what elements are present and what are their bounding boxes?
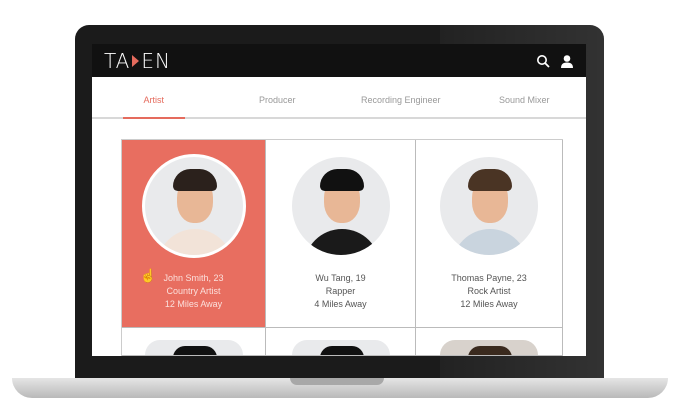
top-bar: TA EN — [92, 44, 586, 77]
talent-card[interactable]: Wu Tang, 19 Rapper 4 Miles Away — [266, 140, 416, 328]
avatar — [141, 154, 246, 258]
category-tabs: Artist Producer Recording Engineer Sound… — [92, 77, 586, 119]
hand-cursor-icon: ☝ — [140, 268, 157, 283]
laptop-notch — [290, 378, 384, 385]
search-icon[interactable] — [536, 54, 550, 68]
avatar — [437, 337, 541, 355]
tab-producer[interactable]: Producer — [216, 77, 340, 117]
talent-name: Wu Tang, 19 — [315, 273, 366, 283]
talent-distance: 4 Miles Away — [314, 299, 367, 309]
tab-sound-mixer[interactable]: Sound Mixer — [463, 77, 587, 117]
tab-artist[interactable]: Artist — [92, 77, 216, 119]
talent-card[interactable]: Thomas Payne, 23 Rock Artist 12 Miles Away — [416, 140, 563, 328]
avatar — [288, 337, 393, 355]
talent-role: Rock Artist — [467, 286, 511, 296]
app-screen: TA EN Artist Producer Recording Engineer … — [92, 44, 586, 356]
talent-card[interactable] — [266, 328, 416, 356]
avatar — [437, 154, 541, 258]
talent-distance: 12 Miles Away — [164, 299, 223, 309]
talent-distance: 12 Miles Away — [460, 299, 518, 309]
talent-role: Rapper — [325, 286, 356, 296]
talent-role: Country Artist — [166, 286, 221, 296]
tab-recording-engineer[interactable]: Recording Engineer — [339, 77, 463, 117]
user-icon[interactable] — [560, 54, 574, 68]
talent-name: Thomas Payne, 23 — [451, 273, 527, 283]
talent-card[interactable]: ☝ John Smith, 23 Country Artist 12 Miles A… — [122, 140, 266, 328]
avatar — [288, 154, 393, 258]
talent-grid: ☝ John Smith, 23 Country Artist 12 Miles A… — [121, 139, 563, 356]
logo[interactable]: TA EN — [104, 49, 171, 73]
talent-card[interactable] — [416, 328, 563, 356]
talent-card[interactable] — [122, 328, 266, 356]
avatar — [141, 337, 246, 355]
